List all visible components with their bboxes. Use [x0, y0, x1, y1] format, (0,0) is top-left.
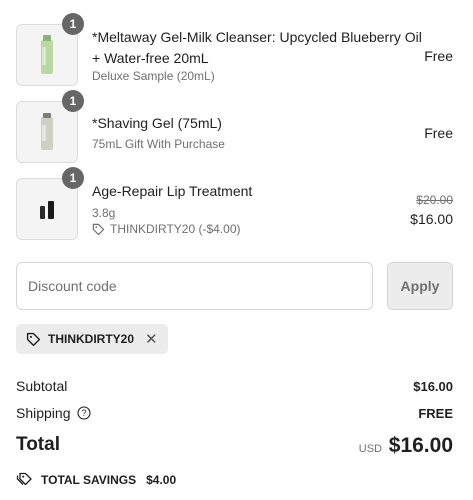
- shipping-value: FREE: [418, 406, 453, 421]
- applied-discount-chip: THINKDIRTY20 ✕: [16, 324, 168, 354]
- tag-icon: [26, 332, 41, 346]
- total-savings-label: TOTAL SAVINGS: [41, 472, 137, 487]
- remove-discount-icon[interactable]: ✕: [145, 330, 158, 348]
- discount-code-input[interactable]: [16, 262, 373, 310]
- subtotal-label: Subtotal: [16, 378, 68, 394]
- item-variant: Deluxe Sample (20mL): [92, 69, 215, 83]
- tag-icon: [92, 223, 105, 235]
- item-title: *Shaving Gel (75mL): [92, 115, 222, 131]
- total-value: $16.00: [388, 434, 453, 457]
- item-discount-label: THINKDIRTY20 (-$4.00): [110, 222, 241, 236]
- lip-treatment-product-icon: [40, 201, 54, 219]
- applied-discount-code: THINKDIRTY20: [48, 332, 135, 346]
- info-icon[interactable]: ?: [76, 406, 91, 420]
- total-savings: TOTAL SAVINGS $4.00: [16, 472, 176, 487]
- shipping-row: Shipping ?: [16, 405, 91, 421]
- savings-tag-icon: [16, 472, 32, 486]
- item-variant: 3.8g: [92, 206, 116, 220]
- item-title: *Meltaway Gel-Milk Cleanser: Upcycled Bl…: [92, 29, 422, 66]
- item-price: Free: [424, 48, 453, 64]
- shipping-label: Shipping: [16, 405, 71, 421]
- shaving-gel-tube-product-icon: [41, 113, 53, 150]
- item-discount: THINKDIRTY20 (-$4.00): [92, 222, 240, 236]
- subtotal-value: $16.00: [413, 379, 453, 394]
- apply-discount-button[interactable]: Apply: [387, 262, 453, 310]
- item-original-price: $20.00: [416, 193, 453, 207]
- item-title: Age-Repair Lip Treatment: [92, 183, 253, 199]
- total-currency: USD: [358, 443, 382, 455]
- item-price: $16.00: [410, 211, 453, 227]
- svg-text:?: ?: [81, 408, 86, 418]
- total-savings-value: $4.00: [146, 472, 177, 487]
- gel-tube-product-icon: [41, 35, 53, 74]
- item-variant: 75mL Gift With Purchase: [92, 137, 225, 151]
- item-price: Free: [424, 125, 453, 141]
- quantity-badge: 1: [62, 13, 84, 35]
- total-label: Total: [16, 434, 60, 455]
- quantity-badge: 1: [62, 167, 84, 189]
- quantity-badge: 1: [62, 90, 84, 112]
